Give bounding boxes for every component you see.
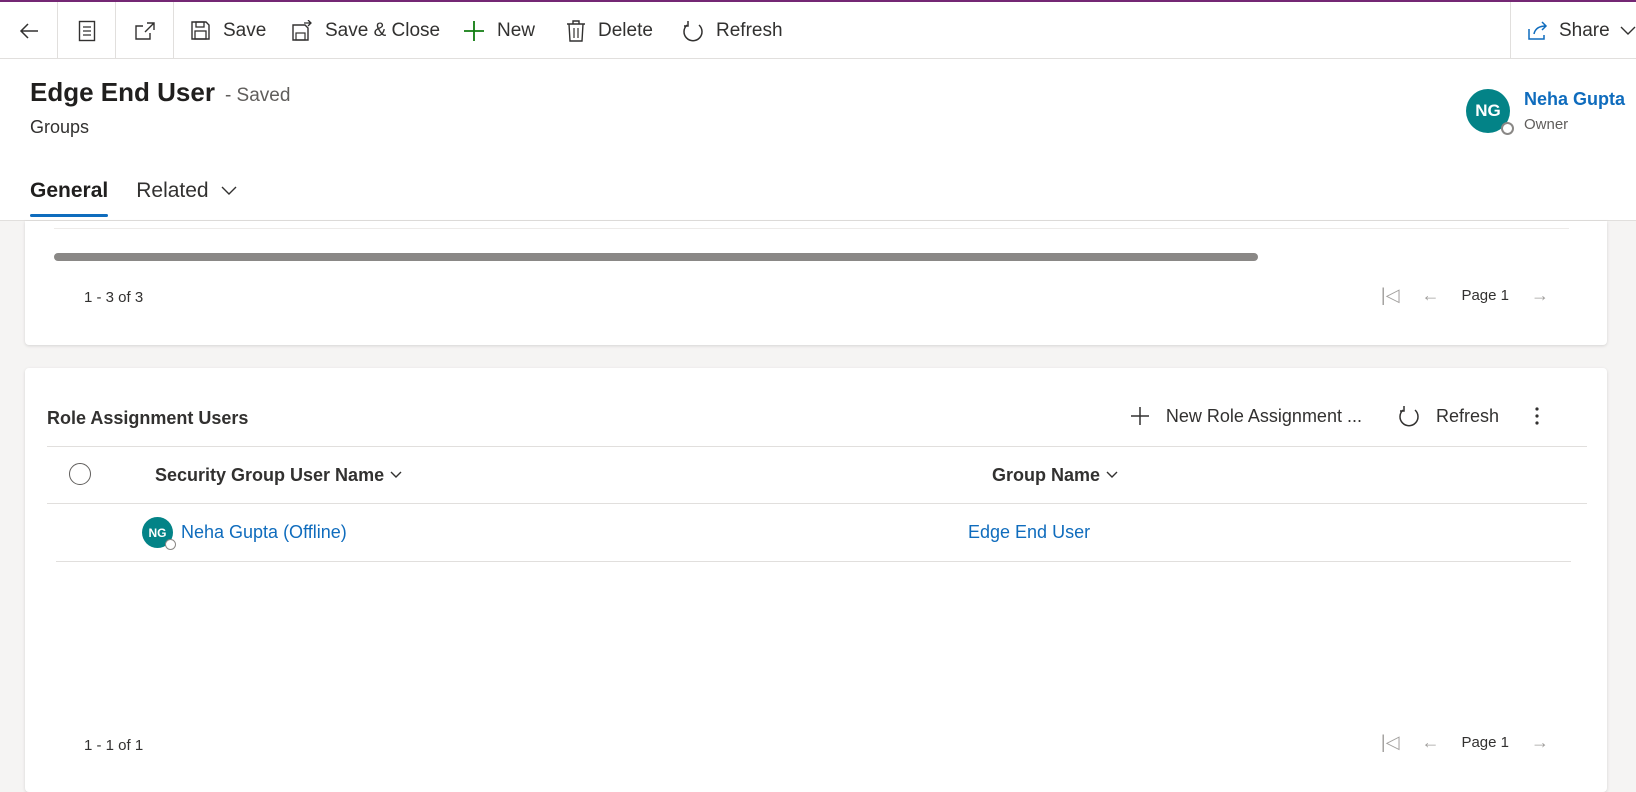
- open-in-new-window-button[interactable]: [116, 2, 174, 59]
- save-and-close-icon: [292, 19, 312, 41]
- new-button[interactable]: New: [463, 2, 535, 59]
- grid-header: Security Group User Name Group Name: [47, 446, 1587, 504]
- owner-name-link[interactable]: Neha Gupta: [1524, 89, 1625, 110]
- user-avatar: NG: [142, 517, 176, 550]
- refresh-button[interactable]: Refresh: [682, 2, 783, 59]
- form-selector-button[interactable]: [58, 2, 116, 59]
- next-page-icon[interactable]: →: [1531, 732, 1549, 753]
- refresh-label: Refresh: [716, 19, 783, 41]
- back-button[interactable]: [0, 2, 58, 59]
- column-header-group-name[interactable]: Group Name: [992, 447, 1118, 503]
- tab-general[interactable]: General: [30, 165, 109, 217]
- user-name-cell: NG Neha Gupta (Offline): [142, 504, 347, 561]
- plus-icon: [1130, 407, 1149, 425]
- column-header-user-name-label: Security Group User Name: [155, 464, 385, 485]
- record-count: 1 - 3 of 3: [84, 289, 144, 306]
- page-number: Page 1: [1461, 734, 1509, 751]
- grid-divider: [54, 228, 1569, 229]
- select-all-checkbox[interactable]: [69, 463, 91, 485]
- record-count: 1 - 1 of 1: [84, 737, 144, 754]
- column-header-user-name[interactable]: Security Group User Name: [155, 447, 402, 503]
- owner-field[interactable]: NG Neha Gupta Owner: [1466, 89, 1625, 135]
- owner-initials: NG: [1475, 101, 1501, 120]
- next-page-icon[interactable]: →: [1531, 285, 1549, 306]
- role-assignment-users-card: Role Assignment Users New Role Assignmen…: [25, 368, 1607, 792]
- delete-label: Delete: [598, 19, 653, 41]
- subgrid-title: Role Assignment Users: [47, 408, 249, 428]
- plus-icon: [464, 20, 484, 41]
- previous-page-icon[interactable]: ←: [1421, 285, 1439, 306]
- more-commands-button[interactable]: [1517, 396, 1557, 436]
- user-name-link[interactable]: Neha Gupta (Offline): [181, 522, 347, 543]
- chevron-down-icon: [390, 471, 402, 478]
- popout-icon: [134, 21, 155, 40]
- entity-name: Groups: [30, 117, 90, 137]
- group-name-cell: Edge End User: [968, 504, 1090, 561]
- save-label: Save: [223, 19, 267, 41]
- record-title: Edge End User: [30, 77, 215, 107]
- document-icon: [78, 20, 95, 41]
- column-header-group-name-label: Group Name: [992, 464, 1101, 485]
- form-header: Edge End User - Saved Groups NG Neha Gup…: [0, 59, 1636, 221]
- refresh-icon: [1399, 406, 1419, 427]
- pagination: |◁ ← Page 1 →: [1381, 285, 1549, 306]
- refresh-icon: [683, 20, 703, 41]
- page-number: Page 1: [1461, 287, 1509, 304]
- top-subgrid-card: 1 - 3 of 3 |◁ ← Page 1 →: [25, 221, 1607, 345]
- tab-general-label: General: [30, 179, 109, 202]
- new-role-assignment-label: New Role Assignment ...: [1165, 405, 1362, 426]
- chevron-down-icon: [221, 186, 237, 195]
- tab-related[interactable]: Related: [136, 165, 237, 217]
- first-page-icon[interactable]: |◁: [1381, 732, 1400, 753]
- subgrid-commands: New Role Assignment ... Refresh: [1112, 396, 1557, 436]
- share-label: Share: [1559, 19, 1610, 41]
- presence-status-icon: [1501, 122, 1514, 135]
- group-name-link[interactable]: Edge End User: [968, 522, 1090, 543]
- chevron-down-icon: [1620, 26, 1636, 35]
- trash-icon: [567, 19, 585, 42]
- delete-button[interactable]: Delete: [566, 2, 653, 59]
- tab-related-label: Related: [136, 179, 209, 202]
- save-and-close-label: Save & Close: [325, 19, 441, 41]
- new-role-assignment-button[interactable]: New Role Assignment ...: [1112, 396, 1380, 436]
- pagination: |◁ ← Page 1 →: [1381, 732, 1549, 753]
- share-button[interactable]: Share: [1510, 2, 1636, 59]
- previous-page-icon[interactable]: ←: [1421, 732, 1439, 753]
- more-vertical-icon: [1535, 407, 1539, 425]
- owner-avatar[interactable]: NG: [1466, 89, 1514, 135]
- save-and-close-button[interactable]: Save & Close: [291, 2, 440, 59]
- horizontal-scrollbar[interactable]: [54, 253, 1258, 261]
- save-icon: [191, 21, 210, 40]
- table-row[interactable]: NG Neha Gupta (Offline) Edge End User: [56, 504, 1571, 562]
- new-label: New: [497, 19, 536, 41]
- user-initials: NG: [148, 525, 167, 540]
- owner-label: Owner: [1524, 116, 1569, 133]
- subgrid-refresh-label: Refresh: [1435, 405, 1499, 426]
- save-button[interactable]: Save: [190, 2, 266, 59]
- presence-status-icon: [165, 539, 176, 550]
- back-arrow-icon: [19, 22, 38, 39]
- form-tabs: General Related: [30, 165, 237, 217]
- share-icon: [1528, 20, 1548, 40]
- chevron-down-icon: [1106, 471, 1118, 478]
- first-page-icon[interactable]: |◁: [1381, 285, 1400, 306]
- save-status: - Saved: [224, 85, 291, 106]
- command-bar: Save Save & Close New Delete Refresh Sha…: [0, 2, 1636, 59]
- subgrid-refresh-button[interactable]: Refresh: [1380, 396, 1517, 436]
- title-row: Edge End User - Saved: [30, 77, 290, 108]
